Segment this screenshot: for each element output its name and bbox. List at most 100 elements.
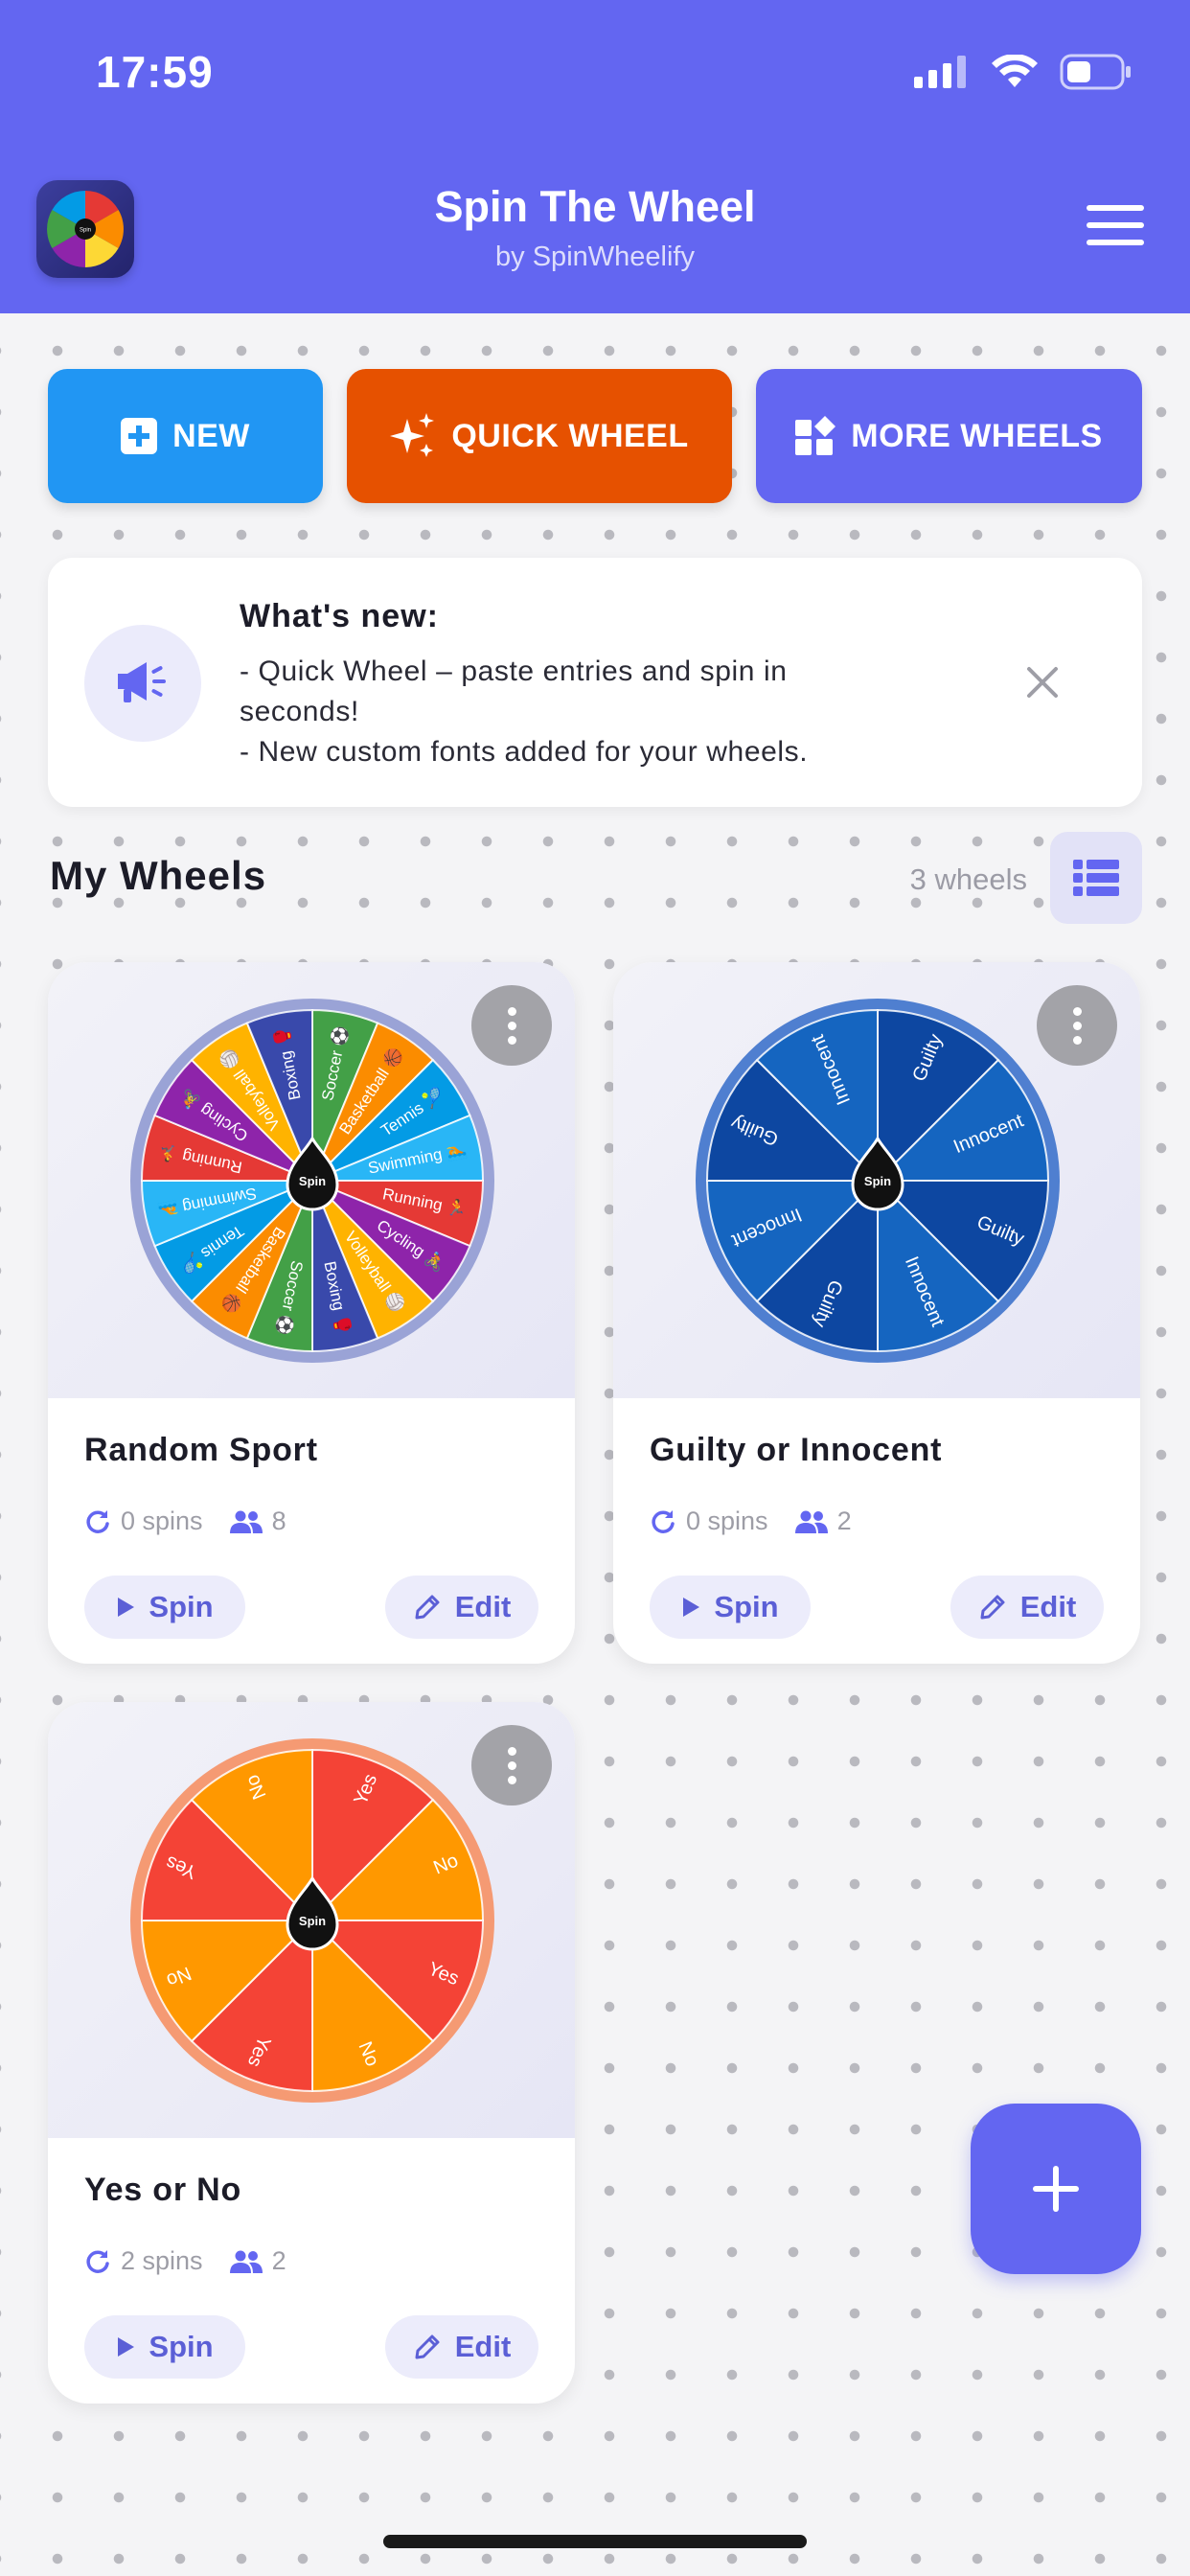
wheel-card[interactable]: Soccer ⚽ Basketball 🏀 Tennis 🎾 Swimming 🏊 Ru… bbox=[48, 962, 575, 1664]
more-options-button[interactable] bbox=[471, 1725, 552, 1806]
wheel-hub-label: Spin bbox=[864, 1174, 891, 1188]
kebab-dot bbox=[507, 1035, 516, 1045]
people-icon bbox=[229, 1510, 263, 1533]
more-options-button[interactable] bbox=[471, 985, 552, 1066]
wheel-preview[interactable]: Soccer ⚽ Basketball 🏀 Tennis 🎾 Swimming 🏊 Ru… bbox=[48, 962, 575, 1398]
spin-button-label: Spin bbox=[714, 1590, 779, 1623]
edit-button[interactable]: Edit bbox=[385, 2315, 538, 2379]
pencil-icon bbox=[980, 1595, 1005, 1620]
whats-new-line-1: - Quick Wheel – paste entries and spin i… bbox=[240, 656, 788, 727]
edit-button[interactable]: Edit bbox=[950, 1576, 1104, 1639]
spin-count: 0 spins bbox=[84, 1506, 203, 1536]
edit-button-label: Edit bbox=[454, 2330, 512, 2363]
wheel-stats: 0 spins 2 bbox=[650, 1506, 879, 1536]
spin-button[interactable]: Spin bbox=[650, 1576, 811, 1639]
quick-wheel-label: QUICK WHEEL bbox=[451, 417, 689, 454]
wheel-preview[interactable]: Yes No Yes No Yes No Yes No Spin bbox=[48, 1702, 575, 2138]
status-time: 17:59 bbox=[96, 47, 214, 97]
wheel-stats: 0 spins 8 bbox=[84, 1506, 313, 1536]
spin-count-text: 0 spins bbox=[686, 1506, 768, 1535]
whats-new-title: What's new: bbox=[240, 598, 439, 634]
section-title: My Wheels bbox=[50, 853, 267, 898]
spin-button-label: Spin bbox=[149, 1590, 214, 1623]
entry-count-text: 2 bbox=[836, 1506, 852, 1535]
add-wheel-fab[interactable] bbox=[971, 2104, 1141, 2274]
people-icon bbox=[229, 2250, 263, 2273]
app-title: Spin The Wheel bbox=[434, 182, 756, 231]
wheel-hub-label: Spin bbox=[299, 1174, 326, 1188]
whats-new-line-2: - New custom fonts added for your wheels… bbox=[240, 736, 809, 768]
wheel-name: Yes or No bbox=[84, 2172, 242, 2208]
entry-count: 2 bbox=[229, 2246, 286, 2276]
spin-button[interactable]: Spin bbox=[84, 2315, 245, 2379]
plus-icon bbox=[1033, 2166, 1079, 2212]
hamburger-line bbox=[1087, 222, 1144, 228]
megaphone-icon bbox=[84, 625, 201, 742]
hamburger-icon bbox=[1087, 205, 1144, 211]
close-icon[interactable] bbox=[1021, 661, 1064, 703]
wheel-stats: 2 spins 2 bbox=[84, 2246, 313, 2276]
home-indicator bbox=[383, 2535, 807, 2548]
edit-button-label: Edit bbox=[454, 1590, 512, 1623]
spin-count-text: 2 spins bbox=[121, 2246, 203, 2275]
wheel-name: Random Sport bbox=[84, 1432, 318, 1468]
kebab-dot bbox=[1072, 1035, 1082, 1045]
kebab-dot bbox=[1072, 1006, 1082, 1016]
wheel-graphic: Soccer ⚽Basketball 🏀Tennis 🎾Swimming 🏊Ru… bbox=[130, 999, 494, 1363]
wheel-preview[interactable]: Guilty Innocent Guilty Innocent Guilty Innoce… bbox=[613, 962, 1140, 1398]
spin-count: 0 spins bbox=[650, 1506, 768, 1536]
spin-button[interactable]: Spin bbox=[84, 1576, 245, 1639]
play-icon bbox=[683, 1598, 700, 1617]
wheel-graphic: GuiltyInnocentGuiltyInnocentGuiltyInnoce… bbox=[696, 999, 1060, 1363]
more-wheels-label: MORE WHEELS bbox=[851, 417, 1103, 454]
wheel-card[interactable]: Guilty Innocent Guilty Innocent Guilty Innoce… bbox=[613, 962, 1140, 1664]
battery-icon bbox=[1060, 54, 1131, 90]
entry-count: 8 bbox=[229, 1506, 286, 1536]
spin-count-text: 0 spins bbox=[121, 1506, 203, 1535]
more-options-button[interactable] bbox=[1037, 985, 1117, 1066]
whats-new-body: - Quick Wheel – paste entries and spin i… bbox=[240, 652, 853, 772]
spin-count: 2 spins bbox=[84, 2246, 203, 2276]
pencil-icon bbox=[415, 1595, 440, 1620]
more-wheels-button[interactable]: MORE WHEELS bbox=[756, 369, 1142, 503]
wheel-graphic: YesNoYesNoYesNoYesNoSpin bbox=[130, 1738, 494, 2103]
wheel-card[interactable]: Yes No Yes No Yes No Yes No Spin Yes or No 2 spi… bbox=[48, 1702, 575, 2404]
sparkles-icon bbox=[390, 413, 435, 457]
widgets-icon bbox=[795, 416, 836, 455]
wheel-count: 3 wheels bbox=[909, 862, 1027, 896]
entry-count: 2 bbox=[794, 1506, 852, 1536]
whats-new-card: What's new: - Quick Wheel – paste entrie… bbox=[48, 558, 1142, 807]
wheel-hub-label: Spin bbox=[299, 1914, 326, 1928]
menu-button[interactable] bbox=[1087, 205, 1144, 249]
edit-button-label: Edit bbox=[1019, 1590, 1077, 1623]
new-wheel-button[interactable]: NEW bbox=[48, 369, 323, 503]
hamburger-line bbox=[1087, 240, 1144, 245]
signal-icon bbox=[914, 56, 966, 88]
kebab-dot bbox=[507, 1760, 516, 1770]
app-header: 17:59 Spin Spin The Wheel by SpinWheelif… bbox=[0, 0, 1190, 313]
entry-count-text: 8 bbox=[271, 1506, 286, 1535]
play-icon bbox=[118, 1598, 135, 1617]
wheel-name: Guilty or Innocent bbox=[650, 1432, 943, 1468]
edit-button[interactable]: Edit bbox=[385, 1576, 538, 1639]
pencil-icon bbox=[415, 2334, 440, 2359]
people-icon bbox=[794, 1510, 828, 1533]
kebab-dot bbox=[507, 1021, 516, 1030]
plus-square-icon bbox=[121, 418, 158, 454]
refresh-icon bbox=[86, 1509, 109, 1533]
new-wheel-label: NEW bbox=[172, 417, 250, 454]
refresh-icon bbox=[652, 1509, 675, 1533]
spin-button-label: Spin bbox=[149, 2330, 214, 2363]
quick-wheel-button[interactable]: QUICK WHEEL bbox=[347, 369, 732, 503]
kebab-dot bbox=[1072, 1021, 1082, 1030]
wifi-icon bbox=[992, 55, 1038, 87]
app-subtitle: by SpinWheelify bbox=[495, 242, 695, 272]
refresh-icon bbox=[86, 2249, 109, 2273]
status-icons bbox=[914, 54, 1133, 90]
list-view-toggle[interactable] bbox=[1050, 832, 1142, 924]
kebab-dot bbox=[507, 1746, 516, 1756]
entry-count-text: 2 bbox=[271, 2246, 286, 2275]
kebab-dot bbox=[507, 1006, 516, 1016]
kebab-dot bbox=[507, 1775, 516, 1784]
list-icon bbox=[1073, 860, 1119, 896]
